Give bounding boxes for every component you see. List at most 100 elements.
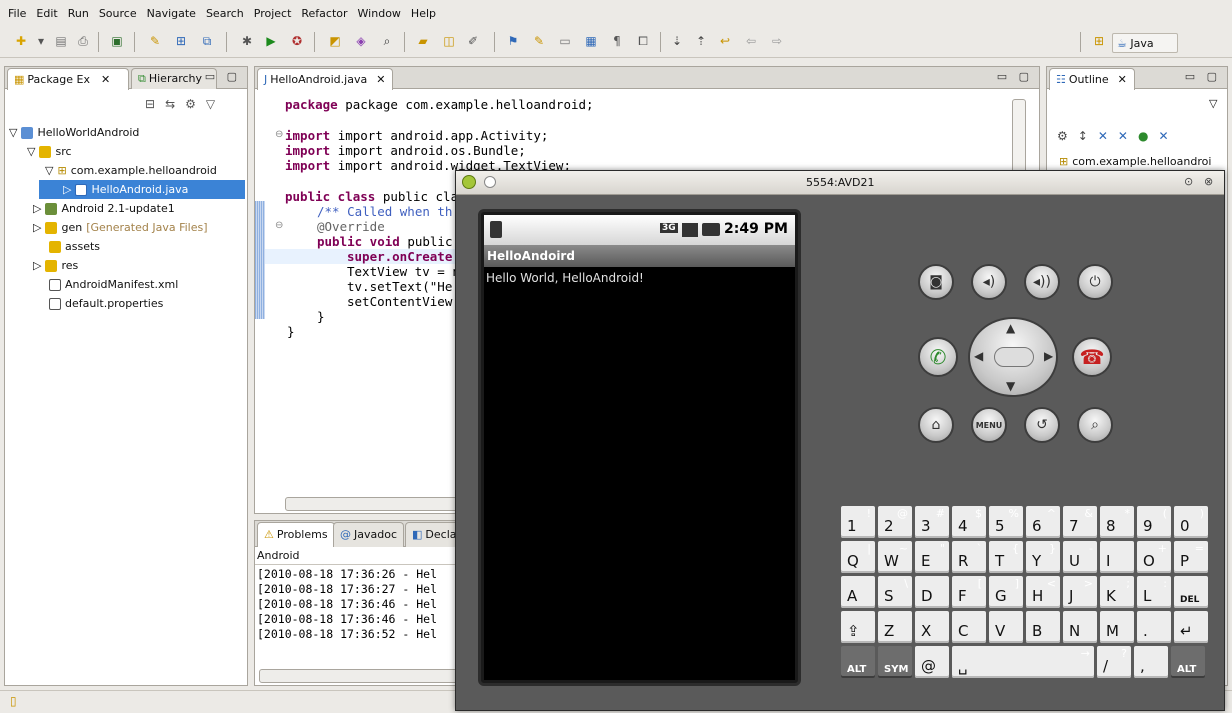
fold-icon[interactable]: ⊖ — [275, 129, 283, 140]
expand-icon[interactable]: ▷ — [63, 180, 71, 199]
tree-properties[interactable]: default.properties — [49, 294, 163, 313]
last-edit-icon[interactable]: ↩ — [716, 32, 734, 50]
minimize-icon[interactable]: ⊙ — [1184, 175, 1193, 188]
open-file-icon[interactable]: ◫ — [440, 32, 458, 50]
key-row4-0[interactable]: ⇪ — [841, 611, 875, 643]
menu-navigate[interactable]: Navigate — [147, 7, 196, 20]
close-icon[interactable]: ✕ — [1118, 70, 1127, 90]
menu-refactor[interactable]: Refactor — [301, 7, 347, 20]
key-row5-0[interactable]: ALT — [841, 646, 875, 678]
new-java-project-icon[interactable]: ✎ — [146, 32, 164, 50]
print-icon[interactable]: ⎙ — [74, 32, 92, 50]
key-row3-0[interactable]: A — [841, 576, 875, 608]
hide-static-icon[interactable]: ✕ — [1118, 129, 1138, 143]
key-row3-7[interactable]: K; — [1100, 576, 1134, 608]
key-row5-5[interactable]: , — [1134, 646, 1168, 678]
call-button[interactable]: ✆ — [918, 337, 958, 377]
tab-package-explorer[interactable]: ▦ Package Ex ✕ — [7, 68, 129, 90]
toggle-mark-icon[interactable]: ⚑ — [504, 32, 522, 50]
new-class-icon[interactable]: ⧉ — [198, 32, 216, 50]
tree-java-file[interactable]: ▷ HelloAndroid.java — [39, 180, 245, 199]
perspective-java[interactable]: ☕ Java — [1112, 33, 1178, 53]
key-row4-1[interactable]: Z — [878, 611, 912, 643]
filter-icon[interactable]: ⚙ — [185, 97, 206, 111]
hide-local-icon[interactable]: ✕ — [1158, 129, 1178, 143]
key-row4-7[interactable]: M — [1100, 611, 1134, 643]
link-editor-icon[interactable]: ⇆ — [165, 97, 185, 111]
back-icon[interactable]: ⇦ — [742, 32, 760, 50]
key-row4-2[interactable]: X — [915, 611, 949, 643]
dpad-up-icon[interactable]: ▲ — [1006, 321, 1015, 335]
key-row2-9[interactable]: P = — [1174, 541, 1208, 573]
key-row1-0[interactable]: 1! — [841, 506, 875, 538]
tree-manifest[interactable]: AndroidManifest.xml — [49, 275, 178, 294]
hide-nonpublic-icon[interactable]: ● — [1138, 129, 1158, 143]
horizontal-scrollbar[interactable] — [259, 669, 459, 683]
key-row1-3[interactable]: 4 $ — [952, 506, 986, 538]
save-icon[interactable]: ▤ — [52, 32, 70, 50]
key-row5-6[interactable]: ALT — [1171, 646, 1205, 678]
view-menu-icon[interactable]: ▽ — [206, 97, 225, 111]
key-row1-2[interactable]: 3 # — [915, 506, 949, 538]
tree-gen[interactable]: ▷ gen [Generated Java Files] — [33, 218, 208, 237]
search-button[interactable]: ⌕ — [1077, 407, 1113, 443]
home-button[interactable]: ⌂ — [918, 407, 954, 443]
power-button[interactable]: ⏻ — [1077, 264, 1113, 300]
key-row4-8[interactable]: . — [1137, 611, 1171, 643]
dpad-down-icon[interactable]: ▼ — [1006, 379, 1015, 393]
key-row2-7[interactable]: I — [1100, 541, 1134, 573]
open-perspective-icon[interactable]: ⊞ — [1090, 32, 1108, 50]
tree-src[interactable]: ▽ src — [27, 142, 72, 161]
key-row1-1[interactable]: 2 @ — [878, 506, 912, 538]
camera-button[interactable]: ◙ — [918, 264, 954, 300]
tree-android-lib[interactable]: ▷ Android 2.1-update1 — [33, 199, 175, 218]
key-row2-1[interactable]: W ~ — [878, 541, 912, 573]
back-button[interactable]: ↺ — [1024, 407, 1060, 443]
breadcrumb-icon[interactable]: ▭ — [556, 32, 574, 50]
key-row2-4[interactable]: T{ — [989, 541, 1023, 573]
menu-edit[interactable]: Edit — [36, 7, 57, 20]
outline-item[interactable]: ⊞ com.example.helloandroi — [1059, 152, 1211, 171]
expand-icon[interactable]: ▽ — [9, 123, 17, 142]
next-annotation-icon[interactable]: ⧠ — [634, 32, 652, 50]
menu-window[interactable]: Window — [358, 7, 401, 20]
forward-icon[interactable]: ⇨ — [768, 32, 786, 50]
key-row2-3[interactable]: R ` — [952, 541, 986, 573]
key-row1-4[interactable]: 5% — [989, 506, 1023, 538]
key-row3-2[interactable]: D — [915, 576, 949, 608]
phone-screen[interactable]: 3G 2:49 PM HelloAndoird Hello World, Hel… — [484, 215, 795, 680]
run-icon[interactable]: ▶ — [262, 32, 280, 50]
dropdown-icon[interactable]: ▾ — [32, 32, 50, 50]
dpad-left-icon[interactable]: ◀ — [974, 349, 983, 363]
dpad-center[interactable] — [994, 347, 1034, 367]
key-row5-1[interactable]: SYM — [878, 646, 912, 678]
android-sdk-icon[interactable]: ▣ — [108, 32, 126, 50]
expand-icon[interactable]: ▷ — [33, 199, 41, 218]
key-row3-8[interactable]: L: — [1137, 576, 1171, 608]
debug-icon[interactable]: ✱ — [238, 32, 256, 50]
key-row3-5[interactable]: H < — [1026, 576, 1060, 608]
block-select-icon[interactable]: ▦ — [582, 32, 600, 50]
new-package-icon[interactable]: ⊞ — [172, 32, 190, 50]
key-row1-6[interactable]: 7 & — [1063, 506, 1097, 538]
volume-up-button[interactable]: ◂)) — [1024, 264, 1060, 300]
fold-icon[interactable]: ⊖ — [275, 220, 283, 231]
expand-icon[interactable]: ▽ — [27, 142, 35, 161]
menu-button[interactable]: MENU — [971, 407, 1007, 443]
tree-res[interactable]: ▷ res — [33, 256, 78, 275]
dpad[interactable]: ▲ ▼ ◀ ▶ — [968, 317, 1058, 397]
show-whitespace-icon[interactable]: ¶ — [608, 32, 626, 50]
key-row1-7[interactable]: 8 * — [1100, 506, 1134, 538]
menu-project[interactable]: Project — [254, 7, 292, 20]
close-icon[interactable]: ✕ — [101, 70, 110, 90]
menu-help[interactable]: Help — [411, 7, 436, 20]
expand-icon[interactable]: ▽ — [45, 161, 53, 180]
view-minmax[interactable]: ▭ ▢ — [1185, 70, 1221, 83]
expand-icon[interactable]: ▷ — [33, 218, 41, 237]
window-menu-icon[interactable] — [484, 176, 496, 188]
key-row1-9[interactable]: 0) — [1174, 506, 1208, 538]
open-folder-icon[interactable]: ▰ — [414, 32, 432, 50]
focus-icon[interactable]: ⚙ — [1057, 129, 1078, 143]
key-row4-9[interactable]: ↵ — [1174, 611, 1208, 643]
key-row2-6[interactable]: U- — [1063, 541, 1097, 573]
